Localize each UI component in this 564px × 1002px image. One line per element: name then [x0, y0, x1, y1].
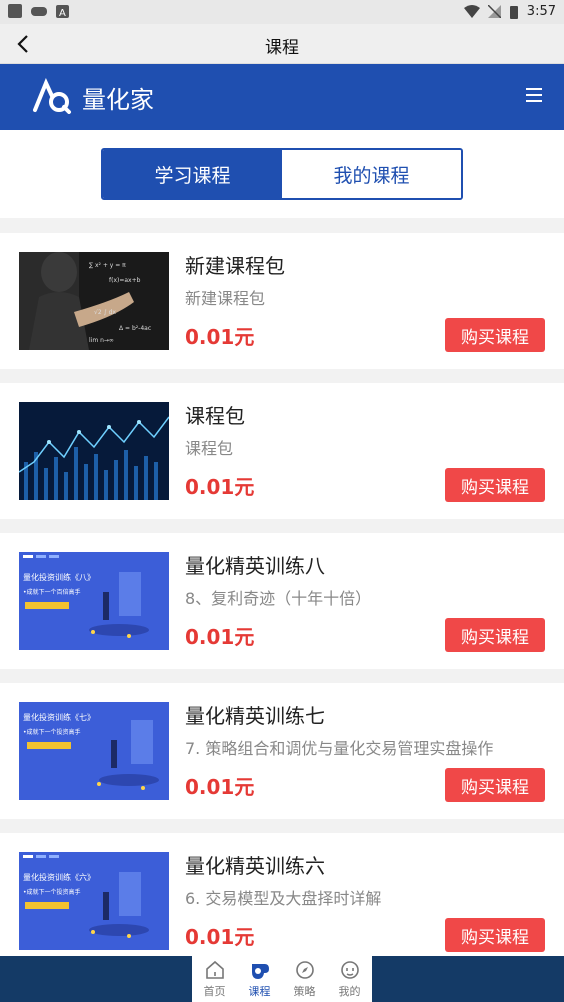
- nav-mine[interactable]: 我的: [327, 956, 372, 1002]
- status-bar: A 3:57: [0, 0, 564, 24]
- thumb-subtitle: •成就下一个百倍高手: [23, 588, 81, 596]
- buy-course-button[interactable]: 购买课程: [445, 918, 545, 952]
- course-thumbnail: [19, 402, 169, 500]
- brand-logo-icon: [33, 78, 71, 114]
- course-title: 量化精英训练六: [185, 854, 325, 878]
- title-bar: 课程: [0, 24, 564, 64]
- tab-my-courses[interactable]: 我的课程: [282, 150, 461, 198]
- buy-course-button[interactable]: 购买课程: [445, 768, 545, 802]
- nav-strategy[interactable]: 策略: [282, 956, 327, 1002]
- course-thumbnail: 量化投资训练《七》 •成就下一个投资高手: [19, 702, 169, 800]
- svg-text:lim n→∞: lim n→∞: [89, 337, 114, 344]
- nav-home-label: 首页: [203, 985, 226, 998]
- course-title: 新建课程包: [185, 254, 285, 278]
- nav-courses[interactable]: 课程: [237, 956, 282, 1002]
- course-title: 量化精英训练七: [185, 704, 325, 728]
- tab-learning-courses[interactable]: 学习课程: [103, 150, 282, 198]
- course-title: 课程包: [185, 404, 245, 428]
- svg-text:√2 ∫ dx: √2 ∫ dx: [94, 309, 116, 316]
- compass-icon: [295, 961, 314, 979]
- battery-icon: [509, 5, 518, 19]
- course-card[interactable]: ∑ x² + y = π f(x)=ax+b √2 ∫ dx Δ = b²-4a…: [0, 233, 564, 369]
- a-icon: A: [56, 4, 69, 18]
- course-title: 量化精英训练八: [185, 554, 325, 578]
- profile-icon: [340, 961, 359, 979]
- brand-name: 量化家: [82, 86, 154, 114]
- course-thumbnail: ∑ x² + y = π f(x)=ax+b √2 ∫ dx Δ = b²-4a…: [19, 252, 169, 350]
- course-tabs: 学习课程 我的课程: [101, 148, 463, 200]
- course-thumbnail: 量化投资训练《六》 •成就下一个投资高手: [19, 852, 169, 950]
- course-price: 0.01元: [185, 475, 255, 499]
- buy-course-button[interactable]: 购买课程: [445, 468, 545, 502]
- thumb-subtitle: •成就下一个投资高手: [23, 888, 81, 896]
- bottom-nav: 首页 课程 策略 我的: [0, 956, 564, 1002]
- notification-icon: [8, 4, 22, 18]
- buy-course-button[interactable]: 购买课程: [445, 618, 545, 652]
- svg-text:f(x)=ax+b: f(x)=ax+b: [109, 277, 141, 284]
- tab-section: 学习课程 我的课程: [0, 130, 564, 218]
- nav-mine-label: 我的: [338, 985, 361, 998]
- wifi-icon: [463, 5, 480, 18]
- buy-course-button[interactable]: 购买课程: [445, 318, 545, 352]
- nav-courses-label: 课程: [248, 985, 271, 998]
- status-time: 3:57: [526, 4, 556, 19]
- thumb-title: 量化投资训练《八》: [23, 572, 95, 582]
- course-subtitle: 课程包: [185, 439, 234, 458]
- course-price: 0.01元: [185, 325, 255, 349]
- course-card[interactable]: 课程包 课程包 0.01元 购买课程: [0, 383, 564, 519]
- course-icon: [251, 964, 269, 979]
- course-card[interactable]: 量化投资训练《六》 •成就下一个投资高手 量化精英训练六 6. 交易模型及大盘择…: [0, 833, 564, 969]
- app-header: 量化家: [0, 64, 564, 130]
- course-price: 0.01元: [185, 625, 255, 649]
- signal-icon: [487, 5, 501, 18]
- course-subtitle: 8、复利奇迹（十年十倍）: [185, 589, 372, 608]
- course-price: 0.01元: [185, 925, 255, 949]
- nav-strategy-label: 策略: [293, 985, 316, 998]
- svg-text:Δ = b²-4ac: Δ = b²-4ac: [119, 325, 151, 332]
- course-price: 0.01元: [185, 775, 255, 799]
- menu-icon[interactable]: [526, 88, 542, 102]
- home-icon: [205, 960, 224, 979]
- course-subtitle: 新建课程包: [185, 289, 266, 308]
- thumb-title: 量化投资训练《七》: [23, 712, 95, 722]
- course-subtitle: 7. 策略组合和调优与量化交易管理实盘操作: [185, 739, 494, 758]
- course-thumbnail: 量化投资训练《八》 •成就下一个百倍高手: [19, 552, 169, 650]
- svg-text:A: A: [59, 8, 66, 18]
- thumb-subtitle: •成就下一个投资高手: [23, 728, 81, 736]
- course-card[interactable]: 量化投资训练《八》 •成就下一个百倍高手 量化精英训练八 8、复利奇迹（十年十倍…: [0, 533, 564, 669]
- nav-home[interactable]: 首页: [192, 956, 237, 1002]
- course-subtitle: 6. 交易模型及大盘择时详解: [185, 889, 382, 908]
- gamepad-icon: [31, 7, 47, 16]
- thumb-title: 量化投资训练《六》: [23, 872, 95, 882]
- page-title: 课程: [265, 38, 299, 58]
- course-card[interactable]: 量化投资训练《七》 •成就下一个投资高手 量化精英训练七 7. 策略组合和调优与…: [0, 683, 564, 819]
- svg-text:∑ x² + y = π: ∑ x² + y = π: [89, 262, 126, 269]
